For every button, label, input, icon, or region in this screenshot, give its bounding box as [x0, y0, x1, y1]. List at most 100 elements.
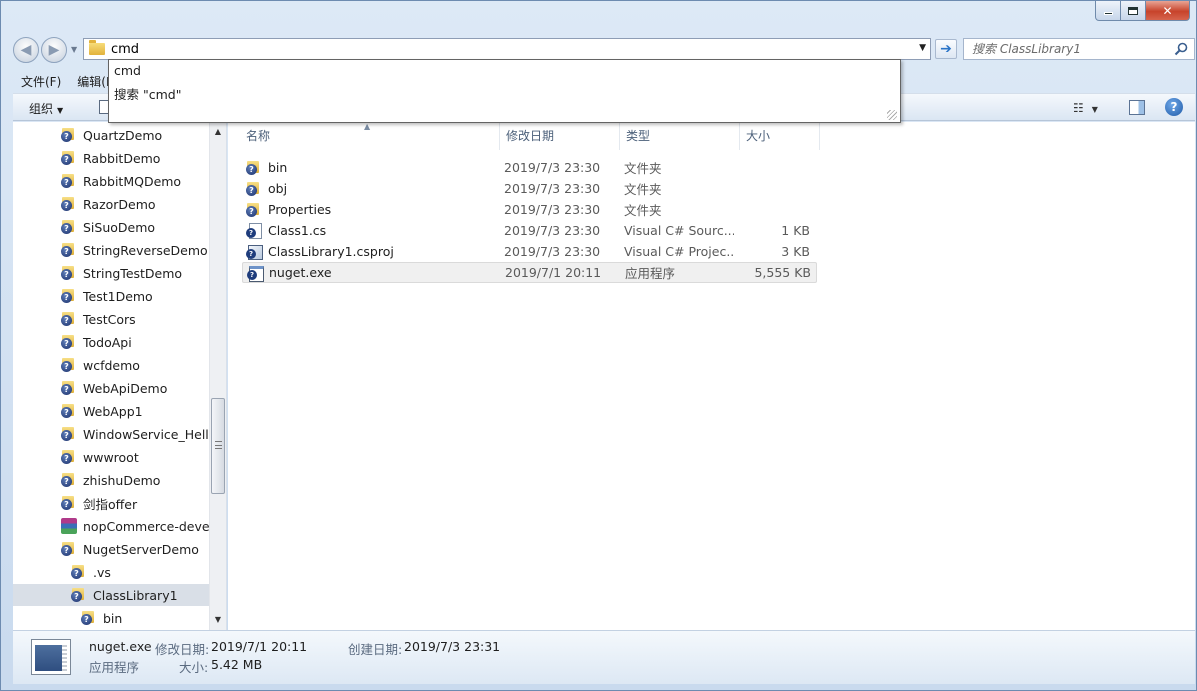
column-name-label: 名称	[246, 129, 271, 143]
nav-tree-item[interactable]: NugetServerDemo	[13, 538, 209, 560]
file-name: Class1.cs	[268, 223, 327, 238]
file-date: 2019/7/1 20:11	[505, 265, 602, 280]
nav-tree-item[interactable]: SiSuoDemo	[13, 216, 209, 238]
file-row[interactable]: obj 2019/7/3 23:30 文件夹	[242, 178, 817, 199]
file-name-cell: ClassLibrary1.csproj	[242, 244, 494, 260]
file-row[interactable]: nuget.exe 2019/7/1 20:11 应用程序 5,555 KB	[242, 262, 817, 283]
file-type: 文件夹	[624, 161, 662, 176]
nav-tree-item[interactable]: RabbitDemo	[13, 147, 209, 169]
nav-tree-item[interactable]: TestCors	[13, 308, 209, 330]
file-name: Properties	[268, 202, 332, 217]
nav-tree-item[interactable]: wcfdemo	[13, 354, 209, 376]
autocomplete-item[interactable]: cmd	[114, 63, 141, 78]
search-box[interactable]	[963, 38, 1195, 60]
scrollbar-thumb[interactable]	[211, 398, 225, 494]
close-button[interactable]: ✕	[1146, 1, 1190, 21]
folder-question-icon	[61, 472, 77, 488]
navigation-scrollbar[interactable]: ▲ ▼	[209, 122, 226, 630]
nav-tree-item-label: WindowService_HelloW	[83, 426, 209, 442]
file-date: 2019/7/3 23:30	[504, 181, 601, 196]
help-icon[interactable]: ?	[1165, 98, 1183, 116]
column-size[interactable]: 大小	[740, 122, 820, 150]
resize-grip-icon[interactable]	[887, 110, 897, 120]
nav-tree-item[interactable]: WindowService_HelloW	[13, 423, 209, 445]
folder-icon	[89, 40, 105, 55]
details-modified-value: 2019/7/1 20:11	[211, 639, 308, 654]
exe-file-icon	[31, 639, 71, 675]
file-name-cell: Class1.cs	[242, 222, 494, 239]
file-name-cell: obj	[242, 181, 494, 197]
nav-tree-item[interactable]: RazorDemo	[13, 193, 209, 215]
minimize-icon	[1103, 12, 1113, 15]
details-type: 应用程序	[89, 660, 140, 675]
nav-tree-item[interactable]: nopCommerce-develo	[13, 515, 209, 537]
details-size-value: 5.42 MB	[211, 657, 263, 672]
scroll-up-icon[interactable]: ▲	[210, 124, 226, 140]
file-row[interactable]: ClassLibrary1.csproj 2019/7/3 23:30 Visual…	[242, 241, 817, 262]
organize-label: 组织	[29, 102, 54, 116]
nav-tree-item-label: Test1Demo	[83, 288, 153, 304]
folder-question-icon	[61, 449, 77, 465]
csproj-file-icon	[246, 244, 263, 260]
folder-question-icon	[71, 587, 87, 603]
column-name[interactable]: 名称 ▲	[240, 122, 500, 150]
recent-pages-dropdown[interactable]: ▼	[71, 45, 77, 54]
nav-tree-item[interactable]: StringReverseDemo	[13, 239, 209, 261]
nav-tree-item[interactable]: bin	[13, 607, 209, 629]
nav-tree-item[interactable]: .vs	[13, 561, 209, 583]
folder-question-icon	[61, 426, 77, 442]
nav-tree-item[interactable]: WebApiDemo	[13, 377, 209, 399]
address-autocomplete: cmd 搜索 "cmd"	[108, 59, 901, 123]
column-headers: 名称 ▲ 修改日期 类型 大小	[240, 122, 820, 150]
navigation-pane: QuartzDemo RabbitDemo RabbitMQDemo RazorDem…	[13, 122, 227, 630]
change-view-button[interactable]: ☷ ▼	[1073, 101, 1098, 115]
folder-question-icon	[61, 242, 77, 258]
nav-tree-item[interactable]: zhishuDemo	[13, 469, 209, 491]
organize-button[interactable]: 组织 ▼	[29, 100, 63, 117]
nav-tree-item[interactable]: Test1Demo	[13, 285, 209, 307]
minimize-button[interactable]	[1095, 1, 1121, 21]
folder-question-icon	[61, 150, 77, 166]
search-input[interactable]	[972, 42, 1172, 56]
menu-file[interactable]: 文件(F)	[13, 71, 69, 91]
nav-tree-item-label: wwwroot	[83, 449, 139, 465]
autocomplete-item[interactable]: 搜索 "cmd"	[114, 84, 181, 103]
nav-tree-item[interactable]: ClassLibrary1	[13, 584, 209, 606]
file-row[interactable]: Class1.cs 2019/7/3 23:30 Visual C# Sourc..…	[242, 220, 817, 241]
nav-tree-item-label: WebApp1	[83, 403, 143, 419]
scroll-down-icon[interactable]: ▼	[210, 612, 226, 628]
forward-button[interactable]: ▶	[41, 37, 67, 63]
arrow-right-icon: ➔	[940, 41, 952, 57]
address-bar[interactable]: ▼	[83, 38, 931, 60]
preview-pane-icon[interactable]	[1129, 100, 1145, 115]
folder-question-icon	[71, 564, 87, 580]
nav-tree-item[interactable]: WebApp1	[13, 400, 209, 422]
folder-question-icon	[246, 181, 262, 197]
caption-buttons: ✕	[1095, 1, 1190, 21]
nav-tree-item[interactable]: RabbitMQDemo	[13, 170, 209, 192]
nav-tree-item-label: QuartzDemo	[83, 127, 163, 143]
maximize-button[interactable]	[1121, 1, 1146, 21]
folder-question-icon	[61, 196, 77, 212]
file-name: nuget.exe	[269, 265, 332, 280]
folder-question-icon	[61, 541, 77, 557]
nav-tree-item[interactable]: 剑指offer	[13, 492, 209, 514]
nav-tree-item[interactable]: TodoApi	[13, 331, 209, 353]
column-date[interactable]: 修改日期	[500, 122, 620, 150]
file-list: 名称 ▲ 修改日期 类型 大小 bin 2019/7/3 23:30 文件夹 obj 2…	[228, 122, 1195, 630]
address-input[interactable]	[111, 41, 891, 57]
nav-tree-item[interactable]: StringTestDemo	[13, 262, 209, 284]
address-dropdown-arrow[interactable]: ▼	[919, 43, 926, 53]
file-row[interactable]: bin 2019/7/3 23:30 文件夹	[242, 157, 817, 178]
details-created-label: 创建日期:	[348, 642, 403, 657]
go-button[interactable]: ➔	[935, 39, 957, 59]
nav-tree-item[interactable]: wwwroot	[13, 446, 209, 468]
nav-tree-item[interactable]: QuartzDemo	[13, 124, 209, 146]
column-type[interactable]: 类型	[620, 122, 740, 150]
file-row[interactable]: Properties 2019/7/3 23:30 文件夹	[242, 199, 817, 220]
arrow-left-icon: ◀	[20, 42, 32, 58]
file-type: Visual C# Projec...	[624, 244, 734, 259]
back-button[interactable]: ◀	[13, 37, 39, 63]
file-size: 5,555 KB	[754, 265, 811, 280]
search-icon[interactable]	[1174, 42, 1188, 56]
